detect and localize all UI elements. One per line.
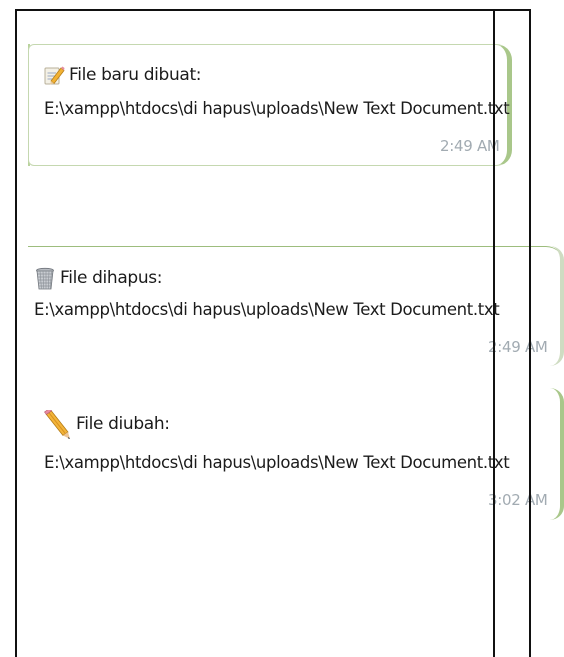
file-path: E:\xampp\htdocs\di hapus\uploads\New Tex…	[44, 99, 510, 118]
message-timestamp: 2:49 AM	[440, 137, 500, 155]
wastebasket-icon	[34, 267, 56, 290]
file-path: E:\xampp\htdocs\di hapus\uploads\New Tex…	[34, 300, 500, 319]
file-path: E:\xampp\htdocs\di hapus\uploads\New Tex…	[44, 453, 510, 472]
bubble-tail	[550, 246, 564, 366]
message-header: File baru dibuat:	[43, 63, 202, 87]
frame-left-border	[15, 9, 17, 657]
message-bubble-deleted[interactable]: File dihapus: E:\xampp\htdocs\di hapus\u…	[28, 246, 564, 367]
message-title: File baru dibuat:	[69, 65, 202, 85]
pencil-icon	[44, 408, 72, 439]
message-bubble-modified[interactable]: File diubah: E:\xampp\htdocs\di hapus\up…	[28, 388, 564, 520]
message-timestamp: 2:49 AM	[488, 338, 548, 356]
frame-top-border	[15, 9, 531, 11]
message-timestamp: 3:02 AM	[488, 491, 548, 509]
frame-right-border	[529, 9, 531, 657]
memo-pencil-icon	[43, 64, 65, 86]
chat-screenshot: File baru dibuat: E:\xampp\htdocs\di hap…	[0, 0, 564, 657]
message-header: File dihapus:	[34, 266, 163, 290]
message-title: File dihapus:	[60, 268, 163, 288]
bubble-tail	[550, 388, 564, 520]
frame-divider-line	[493, 9, 495, 657]
message-header: File diubah:	[44, 408, 170, 439]
message-title: File diubah:	[76, 414, 170, 434]
message-bubble-created[interactable]: File baru dibuat: E:\xampp\htdocs\di hap…	[28, 44, 512, 166]
